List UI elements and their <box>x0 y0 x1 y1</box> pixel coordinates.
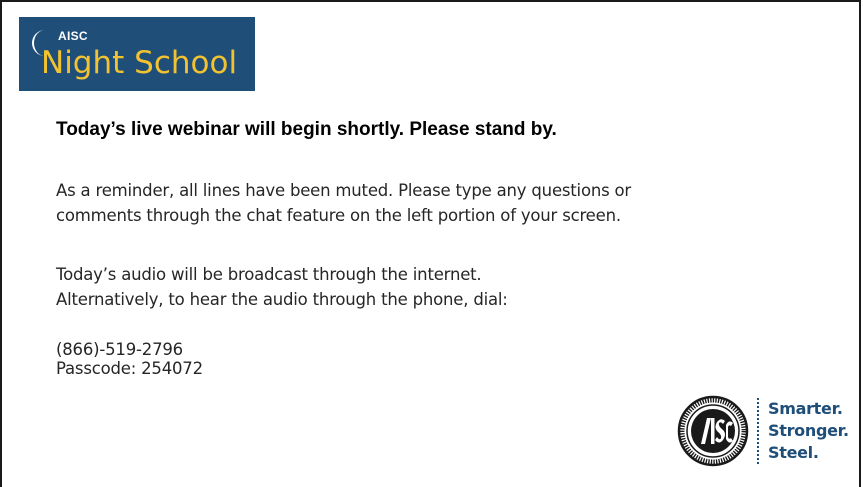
tagline-line-3: Steel. <box>768 443 819 462</box>
night-school-logo: AISC Night School <box>19 17 255 91</box>
reminder-paragraph: As a reminder, all lines have been muted… <box>56 178 631 228</box>
reminder-line-1: As a reminder, all lines have been muted… <box>56 181 632 200</box>
tagline-line-2: Stronger. <box>768 421 849 440</box>
webinar-headline: Today’s live webinar will begin shortly.… <box>56 119 557 140</box>
tagline-line-1: Smarter. <box>768 399 843 418</box>
logo-org-text: AISC <box>58 29 88 43</box>
logo-program-text: Night School <box>41 45 238 81</box>
dial-in-info: (866)-519-2796 Passcode: 254072 <box>56 340 203 378</box>
reminder-line-2: comments through the chat feature on the… <box>56 206 621 225</box>
passcode: Passcode: 254072 <box>56 359 203 378</box>
audio-paragraph: Today’s audio will be broadcast through … <box>56 262 508 312</box>
webinar-slide: AISC Night School Today’s live webinar w… <box>0 0 861 487</box>
audio-line-2: Alternatively, to hear the audio through… <box>56 290 508 309</box>
brand-tagline: Smarter. Stronger. Steel. <box>757 398 849 464</box>
aisc-seal-icon <box>677 395 749 467</box>
audio-line-1: Today’s audio will be broadcast through … <box>56 265 482 284</box>
phone-number: (866)-519-2796 <box>56 340 183 359</box>
aisc-brand-block: Smarter. Stronger. Steel. <box>677 392 857 472</box>
